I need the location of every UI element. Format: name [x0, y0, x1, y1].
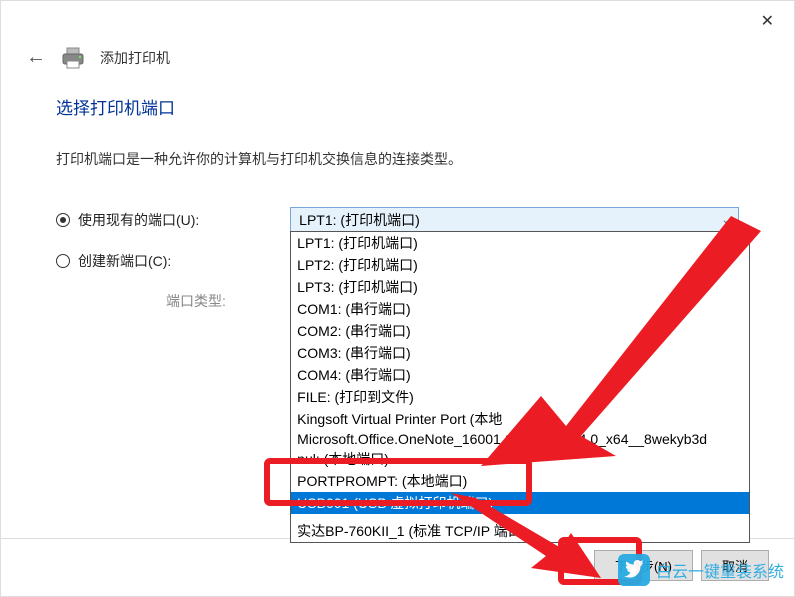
watermark: 白云一键重装系统 [618, 554, 784, 586]
dropdown-item[interactable]: nul: (本地端口) [291, 448, 749, 470]
back-arrow-icon[interactable]: ← [26, 46, 46, 69]
dropdown-item[interactable]: LPT2: (打印机端口) [291, 254, 749, 276]
radio-unchecked-icon [56, 254, 70, 268]
watermark-icon [618, 554, 650, 586]
port-combobox[interactable]: LPT1: (打印机端口) ⌄ LPT1: (打印机端口)LPT2: (打印机端… [290, 207, 739, 233]
dropdown-item[interactable]: COM1: (串行端口) [291, 298, 749, 320]
combo-selected-value[interactable]: LPT1: (打印机端口) ⌄ [290, 207, 739, 233]
dropdown-item[interactable]: COM4: (串行端口) [291, 364, 749, 386]
wizard-title: 添加打印机 [100, 48, 170, 68]
dropdown-item[interactable]: COM3: (串行端口) [291, 342, 749, 364]
dropdown-item[interactable]: 实达BP-760KII_1 (标准 TCP/IP 端口) [291, 520, 749, 542]
radio-checked-icon [56, 213, 70, 227]
dropdown-item[interactable]: Kingsoft Virtual Printer Port (本地 [291, 408, 749, 430]
dropdown-item[interactable]: Microsoft.Office.OneNote_16001.13801.205… [291, 430, 749, 448]
watermark-text: 白云一键重装系统 [656, 558, 784, 582]
page-subtitle: 选择打印机端口 [56, 94, 739, 119]
port-dropdown-list[interactable]: LPT1: (打印机端口)LPT2: (打印机端口)LPT3: (打印机端口)C… [290, 231, 750, 543]
dropdown-item[interactable]: COM2: (串行端口) [291, 320, 749, 342]
use-existing-radio[interactable]: 使用现有的端口(U): [56, 210, 290, 230]
use-existing-port-row: 使用现有的端口(U): LPT1: (打印机端口) ⌄ LPT1: (打印机端口… [56, 207, 739, 233]
create-new-radio[interactable]: 创建新端口(C): [56, 251, 296, 271]
content-area: 选择打印机端口 打印机端口是一种允许你的计算机与打印机交换信息的连接类型。 使用… [1, 69, 794, 311]
dropdown-item[interactable]: FILE: (打印到文件) [291, 386, 749, 408]
chevron-down-icon: ⌄ [722, 215, 730, 226]
page-description: 打印机端口是一种允许你的计算机与打印机交换信息的连接类型。 [56, 149, 739, 169]
wizard-header: ← 添加打印机 [1, 1, 794, 69]
close-button[interactable]: ✕ [761, 11, 774, 31]
dropdown-item[interactable]: USB001 (USB 虚拟打印机端口) [291, 492, 749, 514]
dropdown-item[interactable]: LPT1: (打印机端口) [291, 232, 749, 254]
use-existing-label: 使用现有的端口(U): [78, 210, 199, 230]
dropdown-item[interactable]: PORTPROMPT: (本地端口) [291, 470, 749, 492]
printer-icon [61, 47, 85, 69]
combo-selected-text: LPT1: (打印机端口) [299, 210, 420, 230]
port-type-label: 端口类型: [56, 291, 296, 311]
watermark-text-group: 白云一键重装系统 [656, 558, 784, 582]
dropdown-item[interactable]: LPT3: (打印机端口) [291, 276, 749, 298]
create-new-label: 创建新端口(C): [78, 251, 171, 271]
